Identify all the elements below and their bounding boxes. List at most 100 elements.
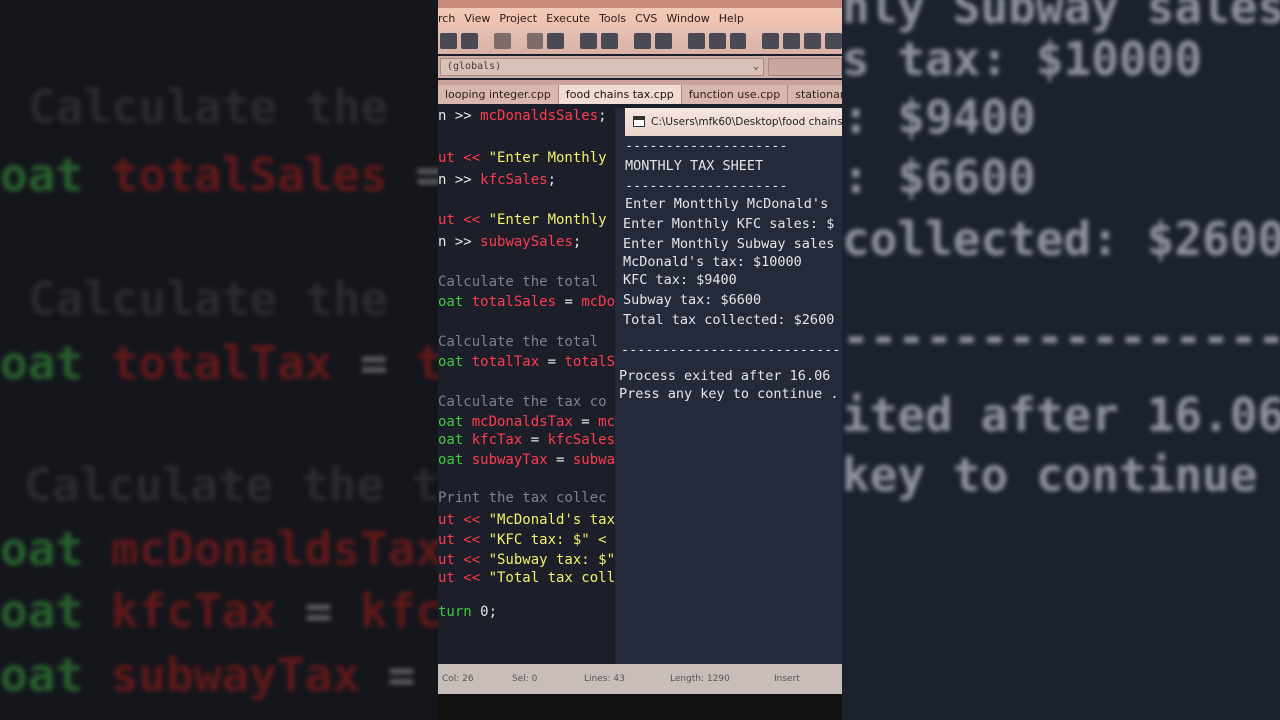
code-line: ut << "Subway tax: $" xyxy=(438,552,615,568)
run-icon[interactable] xyxy=(783,33,801,49)
code-line: Calculate the total xyxy=(438,334,598,350)
code-token: oat xyxy=(438,294,472,310)
compile-run-icon[interactable] xyxy=(804,33,822,49)
unindent-icon[interactable] xyxy=(654,33,672,49)
menu-view[interactable]: View xyxy=(464,12,499,25)
code-token: ut << xyxy=(438,570,489,586)
code-line: n >> kfcSales; xyxy=(438,172,556,188)
code-line: Print the tax collec xyxy=(438,490,607,506)
console-line: -------------------------------- xyxy=(621,342,842,358)
shield-icon[interactable] xyxy=(729,33,747,49)
code-token: ut << xyxy=(438,512,489,528)
code-token: n >> xyxy=(438,234,481,250)
code-token: = xyxy=(572,414,599,430)
code-token: oat xyxy=(438,452,472,468)
code-token: oat xyxy=(438,354,472,370)
menu-search[interactable]: rch xyxy=(438,12,464,25)
console-line: Total tax collected: $2600 xyxy=(623,312,835,328)
status-lines: Lines: 43 xyxy=(584,674,625,684)
console-line: Subway tax: $6600 xyxy=(623,292,762,308)
background-left-code: Calculate the oat totalSales = Calculate… xyxy=(0,0,438,720)
tab-food-chains-tax[interactable]: food chains tax.cpp xyxy=(558,85,682,104)
menu-help[interactable]: Help xyxy=(719,12,753,25)
background-right-console: hly Subway sales s tax: $10000 : $9400 :… xyxy=(842,0,1280,720)
bg-right-line-8: key to continue . xyxy=(842,448,1280,502)
console-line: KFC tax: $9400 xyxy=(623,272,737,288)
bg-right-line-5: collected: $2600 xyxy=(842,212,1280,266)
scope-bar: (globals) ⌄ xyxy=(438,56,842,78)
bg-left-line-6: oat mcDonaldsTax xyxy=(0,522,438,576)
replace-icon[interactable] xyxy=(601,33,619,49)
code-line: n >> subwaySales; xyxy=(438,234,581,250)
console-app-icon xyxy=(633,116,645,127)
redo-icon[interactable] xyxy=(547,33,565,49)
code-token: ut << xyxy=(438,532,489,548)
code-token: "McDonald's tax xyxy=(488,512,616,528)
bg-left-line-2: oat totalSales = xyxy=(0,148,438,202)
code-line: ut << "Enter Monthly xyxy=(438,212,607,228)
code-token: Print the tax collec xyxy=(438,490,607,506)
tab-function-use[interactable]: function use.cpp xyxy=(681,85,789,104)
bg-right-line-3: : $9400 xyxy=(842,90,1036,144)
toolbar xyxy=(438,28,842,54)
code-token: "Subway tax: $" xyxy=(488,552,616,568)
rebuild-icon[interactable] xyxy=(825,33,842,49)
menu-project[interactable]: Project xyxy=(499,12,546,25)
code-token: ; xyxy=(572,234,582,250)
code-token: subwa xyxy=(572,452,616,468)
code-line: Calculate the total xyxy=(438,274,598,290)
scope-select[interactable]: (globals) ⌄ xyxy=(440,58,764,76)
code-token: mcDonaldsTax xyxy=(471,414,573,430)
code-line: oat totalTax = totalS xyxy=(438,354,615,370)
code-token: "Enter Monthly xyxy=(488,212,607,228)
bg-right-line-2: s tax: $10000 xyxy=(842,32,1203,86)
code-token: mc xyxy=(598,414,616,430)
bg-left-line-8: oat subwayTax = xyxy=(0,648,416,702)
function-select[interactable] xyxy=(768,58,842,76)
code-token: mcDonaldsSales xyxy=(480,108,599,124)
compile-icon[interactable] xyxy=(762,33,780,49)
menu-window[interactable]: Window xyxy=(666,12,718,25)
code-token: kfcSales xyxy=(547,432,616,448)
goto-icon[interactable] xyxy=(687,33,705,49)
indent-icon[interactable] xyxy=(634,33,651,49)
bookmark-icon[interactable] xyxy=(708,33,726,49)
code-token: ; xyxy=(547,172,557,188)
undo-icon[interactable] xyxy=(526,33,544,49)
menu-bar: rch View Project Execute Tools CVS Windo… xyxy=(438,8,842,28)
save-all-icon[interactable] xyxy=(460,33,478,49)
console-window[interactable]: C:\Users\mfk60\Desktop\food chains -----… xyxy=(615,108,842,700)
find-icon[interactable] xyxy=(580,33,598,49)
code-token: subwayTax xyxy=(471,452,548,468)
menu-execute[interactable]: Execute xyxy=(546,12,599,25)
bg-left-line-4: oat totalTax = t xyxy=(0,336,438,390)
code-line: oat kfcTax = kfcSales xyxy=(438,432,615,448)
console-title-bar[interactable]: C:\Users\mfk60\Desktop\food chains xyxy=(625,108,842,136)
status-bar: Col: 26 Sel: 0 Lines: 43 Length: 1290 In… xyxy=(438,664,842,694)
bg-left-line-5: Calculate the t xyxy=(24,458,438,512)
tab-looping-integer[interactable]: looping integer.cpp xyxy=(438,85,559,104)
code-token: totalSales xyxy=(471,294,557,310)
code-line: ut << "KFC tax: $" < xyxy=(438,532,607,548)
console-line: Enter Monthly KFC sales: $ xyxy=(623,216,835,232)
menu-cvs[interactable]: CVS xyxy=(635,12,666,25)
menu-tools[interactable]: Tools xyxy=(599,12,635,25)
bg-right-line-6: ---------------- xyxy=(842,310,1280,364)
ide-screen: rch View Project Execute Tools CVS Windo… xyxy=(438,0,842,720)
print-icon[interactable] xyxy=(493,33,511,49)
code-editor[interactable]: n >> mcDonaldsSales; ut << "Enter Monthly… xyxy=(438,104,618,664)
chevron-down-icon[interactable]: ⌄ xyxy=(753,59,759,75)
code-line: turn 0; xyxy=(438,604,497,620)
bg-left-line-1: Calculate the xyxy=(28,80,389,134)
save-icon[interactable] xyxy=(440,33,457,49)
status-mode: Insert xyxy=(774,674,800,684)
code-token: Calculate the total xyxy=(438,274,599,290)
console-line: Press any key to continue . xyxy=(619,386,839,402)
code-token: ut << xyxy=(438,212,489,228)
status-col: Col: 26 xyxy=(442,674,474,684)
tab-stationary[interactable]: stationary.cpp xyxy=(788,85,842,104)
console-line: -------------------- xyxy=(625,178,788,194)
code-token: turn xyxy=(438,604,481,620)
code-token: "Enter Monthly xyxy=(488,150,607,166)
code-line: oat totalSales = mcDo xyxy=(438,294,615,310)
